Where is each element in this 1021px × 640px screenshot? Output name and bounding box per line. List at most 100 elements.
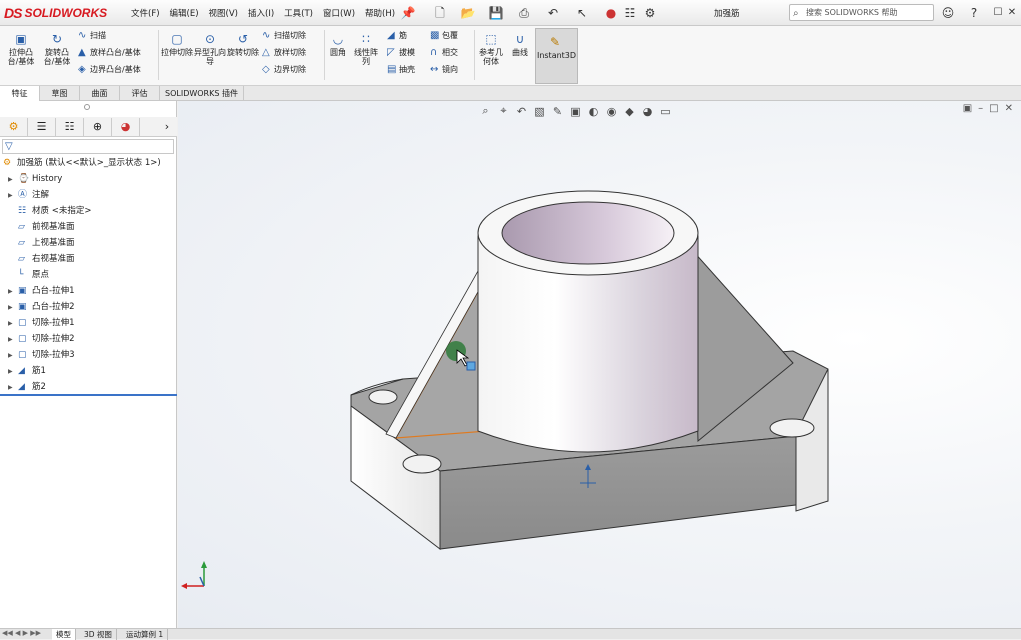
tree-item-history[interactable]: ▶ ⌚ History: [8, 172, 62, 187]
menu-insert[interactable]: 插入(I): [243, 7, 279, 19]
property-manager-tab-icon[interactable]: ☰: [28, 118, 56, 136]
expand-arrow-icon[interactable]: ▶: [8, 364, 13, 379]
tree-item-origin[interactable]: └ 原点: [18, 268, 49, 283]
divider: [474, 30, 475, 80]
menu-view[interactable]: 视图(V): [204, 7, 243, 19]
menu-tools[interactable]: 工具(T): [279, 7, 318, 19]
part-icon: ⚙: [3, 158, 12, 168]
expand-arrow-icon[interactable]: ▶: [8, 300, 13, 315]
open-icon[interactable]: 📂: [460, 5, 476, 21]
feature-manager-tab-icon[interactable]: ⚙: [0, 118, 28, 136]
extrude-boss-button[interactable]: ▣ 拉伸凸台/基体: [4, 32, 38, 66]
expand-arrow-icon[interactable]: ▶: [8, 316, 13, 331]
revolve-boss-button[interactable]: ↻ 旋转凸台/基体: [40, 32, 74, 66]
expand-arrow-icon[interactable]: ▶: [8, 332, 13, 347]
tab-motion-study-1[interactable]: 运动算例 1: [122, 629, 169, 640]
mount-hole-front-left[interactable]: [402, 454, 442, 474]
print-icon[interactable]: ⎙: [516, 5, 532, 21]
curves-button[interactable]: ∪ 曲线: [508, 32, 532, 57]
menu-edit[interactable]: 编辑(E): [165, 7, 204, 19]
expand-arrow-icon[interactable]: ▶: [8, 348, 13, 363]
menu-help[interactable]: 帮助(H): [360, 7, 400, 19]
tree-item-right-plane[interactable]: ▱ 右视基准面: [18, 252, 75, 267]
tree-item-cut-extrude2[interactable]: ▶ ▢ 切除-拉伸2: [8, 332, 74, 347]
options-gear-icon[interactable]: ⚙: [642, 5, 658, 21]
extrude-cut-button[interactable]: ▢ 拉伸切除: [161, 32, 193, 57]
tree-item-rib2[interactable]: ▶ ◢ 筋2: [8, 380, 46, 395]
tree-root[interactable]: ⚙ 加强筋 (默认<<默认>_显示状态 1>): [3, 156, 161, 171]
fillet-label: 圆角: [330, 48, 346, 57]
loft-button[interactable]: ▲ 放样凸台/基体: [78, 47, 141, 59]
tab-evaluate[interactable]: 评估: [120, 86, 160, 101]
new-document-icon[interactable]: 🗋: [432, 5, 448, 21]
extrude-boss-label: 拉伸凸台/基体: [7, 48, 35, 66]
tab-sketch[interactable]: 草图: [40, 86, 80, 101]
cut-extrude-icon: ▢: [18, 334, 27, 344]
instant3d-button[interactable]: ✎ Instant3D: [535, 28, 578, 84]
save-icon[interactable]: 💾: [488, 5, 504, 21]
boundary-button[interactable]: ◈ 边界凸台/基体: [78, 64, 141, 76]
undo-icon[interactable]: ↶: [545, 5, 561, 21]
expand-arrow-icon[interactable]: ▶: [8, 172, 13, 187]
draft-button[interactable]: ◸ 拔模: [387, 47, 415, 59]
tree-item-rib1[interactable]: ▶ ◢ 筋1: [8, 364, 46, 379]
revolve-cut-button[interactable]: ↺ 旋转切除: [227, 32, 259, 57]
pin-icon[interactable]: 📌: [400, 5, 416, 21]
tree-item-cut-extrude3[interactable]: ▶ ▢ 切除-拉伸3: [8, 348, 74, 363]
rib-button[interactable]: ◢ 筋: [387, 30, 407, 42]
tab-surfaces[interactable]: 曲面: [80, 86, 120, 101]
configuration-manager-tab-icon[interactable]: ☷: [56, 118, 84, 136]
tab-3d-views[interactable]: 3D 视图: [80, 629, 117, 640]
search-placeholder: 搜索 SOLIDWORKS 帮助: [806, 8, 898, 17]
wrap-button[interactable]: ▩ 包覆: [430, 30, 458, 42]
dimxpert-tab-icon[interactable]: ⊕: [84, 118, 112, 136]
sweep-button[interactable]: ∿ 扫描: [78, 30, 106, 42]
hole-wizard-button[interactable]: ⊙ 异型孔向导: [194, 32, 226, 66]
tree-item-label: 凸台-拉伸2: [32, 302, 75, 312]
intersect-button[interactable]: ∩ 相交: [430, 47, 458, 59]
display-manager-tab-icon[interactable]: ◕: [112, 118, 140, 136]
rebuild-icon[interactable]: ●: [603, 5, 619, 21]
menu-file[interactable]: 文件(F): [126, 7, 165, 19]
mount-hole-front-right[interactable]: [769, 418, 815, 438]
file-properties-icon[interactable]: ☷: [622, 5, 638, 21]
help-icon[interactable]: ?: [966, 5, 982, 21]
tree-item-annotations[interactable]: ▶ Ⓐ 注解: [8, 188, 49, 203]
fillet-button[interactable]: ◡ 圆角: [326, 32, 350, 57]
mount-hole-back-left[interactable]: [368, 389, 398, 405]
rollback-bar[interactable]: [0, 394, 177, 396]
menu-window[interactable]: 窗口(W): [318, 7, 360, 19]
close-icon[interactable]: ✕: [1004, 5, 1020, 21]
shell-button[interactable]: ▤ 抽壳: [387, 64, 415, 76]
tree-filter-input[interactable]: ▽: [2, 139, 174, 154]
tab-model[interactable]: 模型: [52, 629, 76, 640]
chevron-right-icon[interactable]: ›: [158, 118, 176, 136]
search-input[interactable]: ⌕ 搜索 SOLIDWORKS 帮助: [789, 4, 934, 21]
tab-scroll-arrows-icon[interactable]: ◀◀ ◀ ▶ ▶▶: [2, 629, 41, 637]
tree-item-material[interactable]: ☷ 材质 <未指定>: [18, 204, 91, 219]
reference-geometry-button[interactable]: ⬚ 参考几何体: [477, 32, 505, 66]
expand-arrow-icon[interactable]: ▶: [8, 380, 13, 395]
user-icon[interactable]: ☺: [940, 5, 956, 21]
model-3d-view[interactable]: [178, 101, 1021, 628]
tab-features[interactable]: 特征: [0, 86, 40, 101]
tree-item-boss-extrude2[interactable]: ▶ ▣ 凸台-拉伸2: [8, 300, 75, 315]
tree-item-top-plane[interactable]: ▱ 上视基准面: [18, 236, 75, 251]
panel-grip-icon[interactable]: [84, 104, 90, 110]
tab-solidworks-addins[interactable]: SOLIDWORKS 插件: [160, 86, 244, 101]
expand-arrow-icon[interactable]: ▶: [8, 188, 13, 203]
linear-pattern-button[interactable]: ∷ 线性阵列: [352, 32, 380, 66]
select-arrow-icon[interactable]: ↖: [574, 5, 590, 21]
loft-cut-button[interactable]: △ 放样切除: [262, 47, 306, 59]
mirror-button[interactable]: ↔ 镜向: [430, 64, 458, 76]
extrude-boss-icon: ▣: [15, 32, 27, 46]
solidworks-logo[interactable]: DS SOLIDWORKS: [4, 3, 107, 23]
boundary-cut-button[interactable]: ◇ 边界切除: [262, 64, 306, 76]
expand-arrow-icon[interactable]: ▶: [8, 284, 13, 299]
graphics-area[interactable]: ⌕ ⌖ ↶ ▧ ✎ ▣ ◐ ◉ ◆ ◕ ▭ ▣ – □ ✕: [178, 101, 1021, 628]
boss-bore[interactable]: [501, 201, 675, 265]
sweep-cut-button[interactable]: ∿ 扫描切除: [262, 30, 306, 42]
tree-item-cut-extrude1[interactable]: ▶ ▢ 切除-拉伸1: [8, 316, 74, 331]
tree-item-front-plane[interactable]: ▱ 前视基准面: [18, 220, 75, 235]
tree-item-boss-extrude1[interactable]: ▶ ▣ 凸台-拉伸1: [8, 284, 74, 299]
